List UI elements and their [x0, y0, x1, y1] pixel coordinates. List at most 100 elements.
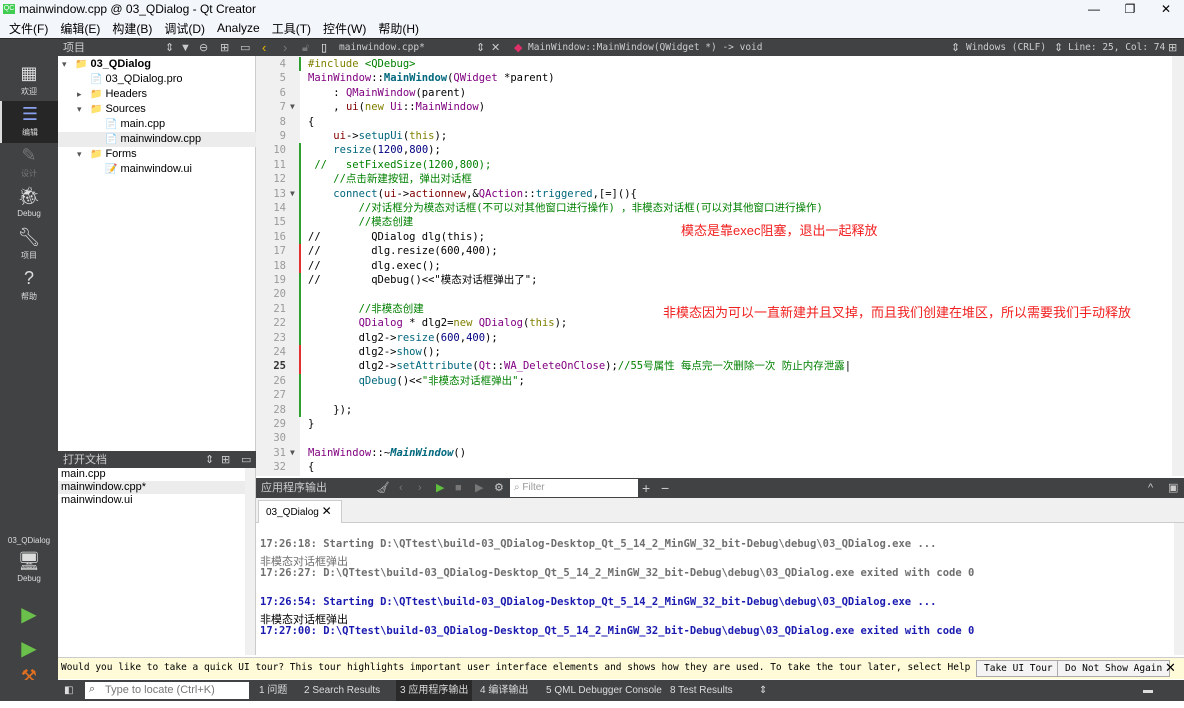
symbol-selector[interactable]: MainWindow::MainWindow(QWidget *) -> voi…	[528, 39, 763, 57]
fold-arrow-icon[interactable]: ▼	[290, 187, 295, 201]
tree-item-label: 03_QDialog	[90, 58, 151, 70]
mode-0[interactable]: ▦ 欢迎	[0, 60, 58, 102]
menu-item[interactable]: 工具(T)	[272, 20, 311, 37]
open-document-item[interactable]: mainwindow.cpp*	[58, 481, 246, 494]
code-token: ::~	[371, 446, 391, 459]
open-docs-arrows[interactable]: ⇕	[205, 451, 214, 469]
status-pane-tab[interactable]: 1 问题	[259, 680, 287, 701]
current-file-selector[interactable]: mainwindow.cpp*	[339, 39, 425, 57]
settings-icon[interactable]: ⚙	[494, 479, 504, 497]
next-icon[interactable]: ›	[418, 479, 422, 497]
status-pane-tab[interactable]: 3 应用程序输出	[396, 680, 473, 701]
close-file-icon[interactable]: ✕	[491, 39, 500, 57]
more-panes-arrows[interactable]: ⇕	[759, 680, 767, 701]
status-bar: ◧ Type to locate (Ctrl+K) ⌕ ⇕ ▬ 1 问题 2 Se…	[0, 680, 1184, 701]
filter-icon[interactable]: ▼	[180, 39, 191, 57]
back-icon[interactable]: ‹	[262, 39, 266, 57]
expand-arrow-icon[interactable]: ▸	[77, 87, 90, 102]
close-panel-icon[interactable]: ▭	[241, 451, 251, 469]
split-editor-icon[interactable]: ⊞	[1168, 39, 1177, 57]
application-output[interactable]: 17:26:18: Starting D:\QTtest\build-03_QD…	[256, 523, 1184, 655]
code-text: QDialog * dlg2=new QDialog(this);	[308, 316, 568, 330]
menu-item[interactable]: 调试(D)	[164, 20, 205, 37]
attach-debugger-icon[interactable]: ▶	[475, 479, 483, 497]
previous-icon[interactable]: ‹	[399, 479, 403, 497]
cursor-position[interactable]: Line: 25, Col: 74	[1068, 39, 1165, 57]
file-selector-arrows[interactable]: ⇕	[476, 39, 485, 57]
do-not-show-again-button[interactable]: Do Not Show Again	[1057, 660, 1171, 677]
maximize-pane-icon[interactable]: ^	[1148, 479, 1153, 497]
menu-item[interactable]: 构建(B)	[112, 20, 152, 37]
expand-arrow-icon[interactable]: ▾	[62, 57, 75, 72]
output-scrollbar[interactable]	[1174, 523, 1184, 655]
tree-item[interactable]: ▾ 📁 03_QDialog	[58, 57, 256, 72]
forward-icon[interactable]: ›	[283, 39, 287, 57]
line-ending-arrows[interactable]: ⇕	[1054, 39, 1063, 57]
status-pane-tab[interactable]: 4 编译输出	[480, 680, 528, 701]
take-ui-tour-button[interactable]: Take UI Tour	[976, 660, 1061, 677]
run-icon[interactable]: ▶	[436, 479, 444, 497]
code-line: 6 : QMainWindow(parent)	[256, 86, 1176, 100]
code-token: 600	[440, 331, 460, 344]
output-tab-03-qdialog[interactable]: 03_QDialog ✕	[258, 500, 342, 523]
mode-2[interactable]: ✎ 设计	[0, 142, 58, 184]
expand-arrow-icon[interactable]: ▾	[77, 102, 90, 117]
fold-arrow-icon[interactable]: ▼	[290, 100, 295, 114]
status-pane-tab[interactable]: 2 Search Results	[304, 680, 380, 701]
mode-3[interactable]: 🐞︎ Debug	[0, 183, 58, 225]
zoom-in-icon[interactable]: +	[642, 479, 650, 497]
tree-item[interactable]: ▾ 📁 Forms	[58, 147, 256, 162]
line-number: 19	[273, 274, 286, 286]
folder-icon: 📁	[90, 104, 103, 115]
open-document-item[interactable]: main.cpp	[58, 468, 246, 481]
close-button[interactable]: ✕	[1148, 0, 1184, 18]
close-panel-icon[interactable]: ▭	[240, 39, 250, 57]
menu-item[interactable]: 控件(W)	[323, 20, 366, 37]
mode-5[interactable]: ? 帮助	[0, 265, 58, 307]
zoom-out-icon[interactable]: −	[661, 479, 669, 497]
locator-input[interactable]: Type to locate (Ctrl+K)	[85, 682, 249, 699]
kit-selector[interactable]: 🖥︎ Debug	[0, 548, 58, 590]
menu-item[interactable]: Analyze	[217, 21, 260, 35]
output-filter-input[interactable]: ⌕ Filter	[510, 479, 638, 497]
tree-item[interactable]: ▸ 📁 Headers	[58, 87, 256, 102]
tree-item[interactable]: 📄 03_QDialog.pro	[58, 72, 256, 87]
menu-item[interactable]: 编辑(E)	[60, 20, 100, 37]
panel-selector-arrows[interactable]: ⇕	[165, 39, 174, 57]
qt-creator-logo: QC	[3, 4, 15, 14]
split-icon[interactable]: ⊞	[220, 39, 229, 57]
symbol-selector-arrows[interactable]: ⇕	[951, 39, 960, 57]
code-text: : QMainWindow(parent)	[308, 86, 466, 100]
menu-item[interactable]: 文件(F)	[9, 20, 48, 37]
code-text: ui->setupUi(this);	[308, 129, 447, 143]
minimize-button[interactable]: —	[1076, 0, 1112, 18]
open-docs-scrollbar[interactable]	[245, 468, 255, 655]
maximize-button[interactable]: ❐	[1112, 0, 1148, 18]
code-token: 400	[466, 331, 486, 344]
menu-item[interactable]: 帮助(H)	[378, 20, 419, 37]
link-icon[interactable]: ⊖	[199, 39, 208, 57]
tree-item[interactable]: ▾ 📁 Sources	[58, 102, 256, 117]
line-ending-selector[interactable]: Windows (CRLF)	[966, 39, 1046, 57]
close-banner-icon[interactable]: ✕	[1165, 660, 1176, 676]
status-pane-tab[interactable]: 8 Test Results	[670, 680, 733, 701]
expand-arrow-icon[interactable]: ▾	[77, 147, 90, 162]
line-number: 23	[273, 331, 286, 344]
line-number: 14	[273, 202, 286, 214]
fold-arrow-icon[interactable]: ▼	[290, 446, 295, 460]
tree-item[interactable]: 📄 mainwindow.cpp	[58, 132, 256, 147]
split-icon[interactable]: ⊞	[221, 451, 230, 469]
code-editor[interactable]: 模态是靠exec阻塞，退出一起释放 非模态因为可以一直新建并且叉掉，而且我们创建…	[256, 56, 1184, 476]
clear-output-icon[interactable]: 🧹︎	[376, 479, 390, 497]
mode-4[interactable]: 🔧︎ 项目	[0, 224, 58, 266]
toggle-sidebar-icon[interactable]: ◧	[64, 680, 73, 701]
close-pane-icon[interactable]: ▣	[1168, 479, 1178, 497]
status-pane-tab[interactable]: 5 QML Debugger Console	[546, 680, 662, 701]
tree-item[interactable]: 📝 mainwindow.ui	[58, 162, 256, 177]
tree-item[interactable]: 📄 main.cpp	[58, 117, 256, 132]
mode-1[interactable]: ☰ 编辑	[0, 101, 58, 143]
close-tab-icon[interactable]: ✕	[322, 504, 332, 518]
stop-icon[interactable]: ■	[455, 479, 462, 497]
code-text: // dlg.exec();	[308, 259, 441, 273]
open-document-item[interactable]: mainwindow.ui	[58, 494, 246, 507]
